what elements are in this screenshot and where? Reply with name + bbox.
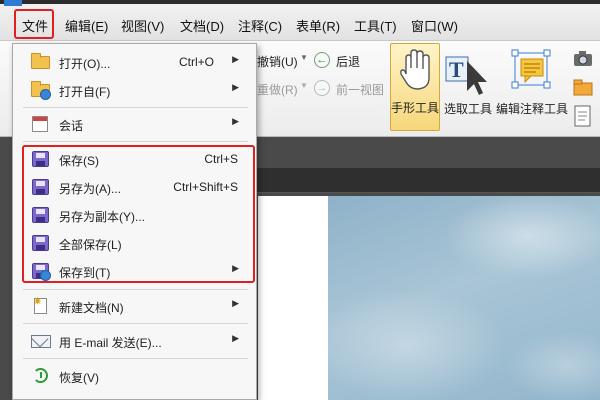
hand-tool-button[interactable]: 手形工具 — [390, 43, 440, 131]
email-envelope-icon — [31, 332, 51, 350]
text-select-icon: T — [445, 56, 487, 95]
menu-session-label: 会话 — [59, 119, 84, 133]
page-image — [328, 196, 600, 400]
select-tool-button[interactable]: T 选取工具 — [442, 43, 494, 131]
menu-form[interactable]: 表单(R) — [296, 16, 340, 35]
redo-dropdown-icon[interactable]: ▼ — [300, 81, 308, 90]
title-strip — [0, 0, 600, 4]
submenu-arrow-icon: ▶ — [232, 333, 239, 343]
menu-comment[interactable]: 注释(C) — [238, 16, 282, 35]
folder-globe-icon — [31, 81, 51, 100]
menu-separator — [23, 358, 248, 359]
new-document-icon: ✷ — [31, 296, 51, 315]
camera-icon[interactable] — [573, 49, 593, 67]
menu-open-from[interactable]: 打开自(F) ▶ — [13, 77, 256, 103]
menu-open-label: 打开(O)... — [59, 57, 111, 71]
menu-window[interactable]: 窗口(W) — [411, 16, 458, 35]
annotation-edit-icon — [511, 49, 551, 89]
submenu-arrow-icon: ▶ — [232, 54, 239, 64]
undo-dropdown-icon[interactable]: ▼ — [300, 53, 308, 62]
menu-open[interactable]: 打开(O)... Ctrl+O ▶ — [13, 49, 256, 75]
app-icon — [4, 0, 22, 6]
menu-separator — [23, 107, 248, 108]
hand-icon — [400, 49, 430, 90]
hand-tool-label: 手形工具 — [391, 101, 440, 115]
session-icon — [31, 115, 51, 133]
restore-icon — [31, 367, 51, 385]
menu-separator — [23, 289, 248, 290]
folder-shortcut-icon[interactable] — [573, 77, 593, 97]
menu-open-from-label: 打开自(F) — [59, 85, 111, 99]
menu-email[interactable]: 用 E-mail 发送(E)... ▶ — [13, 328, 256, 354]
back-button[interactable]: 后退 — [336, 53, 360, 70]
menu-separator — [23, 141, 248, 142]
back-arrow-icon[interactable]: ← — [314, 52, 330, 68]
menu-new-document-label: 新建文档(N) — [59, 301, 124, 315]
submenu-arrow-icon: ▶ — [232, 298, 239, 308]
save-group-highlight — [22, 145, 255, 283]
document-tab-strip — [255, 168, 600, 193]
menu-tools[interactable]: 工具(T) — [354, 16, 397, 35]
menu-email-label: 用 E-mail 发送(E)... — [59, 336, 162, 350]
menu-restore[interactable]: 恢复(V) — [13, 363, 256, 389]
menu-session[interactable]: 会话 ▶ — [13, 111, 256, 137]
svg-text:T: T — [449, 57, 464, 82]
menu-document[interactable]: 文档(D) — [180, 16, 224, 35]
redo-button[interactable]: 重做(R) — [257, 81, 298, 98]
folder-open-icon — [31, 53, 51, 71]
select-tool-label: 选取工具 — [443, 102, 492, 116]
submenu-arrow-icon: ▶ — [232, 82, 239, 92]
prev-view-button[interactable]: 前一视图 — [336, 81, 384, 98]
menu-edit[interactable]: 编辑(E) — [65, 16, 108, 35]
menu-separator — [23, 323, 248, 324]
menu-new-document[interactable]: ✷ 新建文档(N) ▶ — [13, 293, 256, 319]
document-icon[interactable] — [573, 105, 593, 127]
file-menu-highlight — [14, 9, 54, 39]
submenu-arrow-icon: ▶ — [232, 116, 239, 126]
edit-annotation-tool-button[interactable]: 编辑注释工具 — [496, 43, 568, 131]
menu-view[interactable]: 视图(V) — [121, 16, 164, 35]
menu-open-shortcut: Ctrl+O — [178, 55, 214, 69]
menu-restore-label: 恢复(V) — [59, 371, 99, 385]
menu-bar: 文件 编辑(E) 视图(V) 文档(D) 注释(C) 表单(R) 工具(T) 窗… — [0, 0, 600, 41]
forward-arrow-icon[interactable]: → — [314, 80, 330, 96]
edit-annotation-tool-label: 编辑注释工具 — [496, 102, 569, 116]
undo-button[interactable]: 撤销(U) — [257, 53, 298, 70]
